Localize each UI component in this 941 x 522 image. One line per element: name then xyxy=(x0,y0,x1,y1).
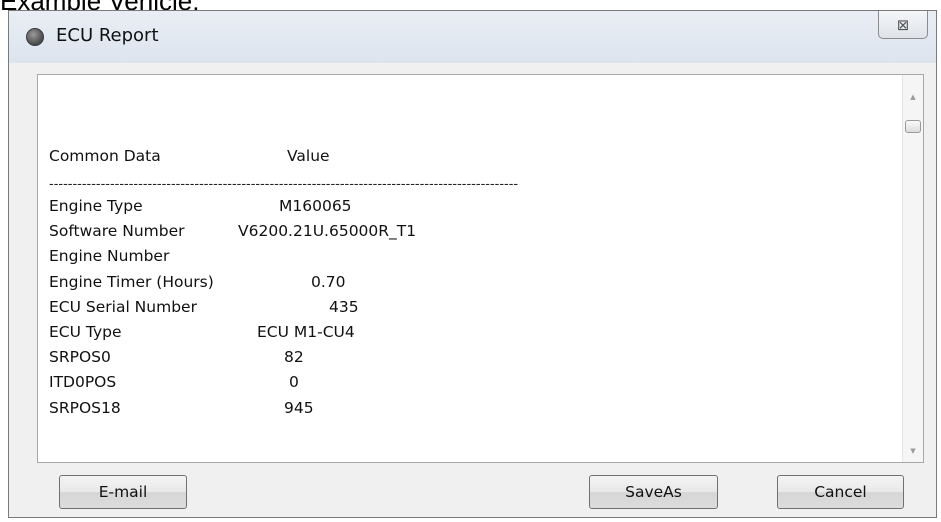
title-bar[interactable]: ECU Report ⊠ xyxy=(9,11,936,63)
row-key: SRPOS0 xyxy=(49,348,111,367)
report-header-row: Common Data Value xyxy=(49,144,741,179)
row-value: 945 xyxy=(284,398,314,417)
row-key: Software Number xyxy=(49,222,185,241)
row-key: SRPOS18 xyxy=(49,398,121,417)
close-button[interactable]: ⊠ xyxy=(878,11,928,39)
header-value: Value xyxy=(287,147,330,165)
dialog-body: Common Data Value ----------------------… xyxy=(9,63,936,517)
row-value: ECU M1-CU4 xyxy=(257,322,355,341)
report-row: ECU Type ECU M1-CU4 xyxy=(49,320,741,345)
report-row: Software Number V6200.21U.65000R_T1 xyxy=(49,219,741,244)
window-title: ECU Report xyxy=(56,25,159,46)
row-key: ECU Type xyxy=(49,322,122,341)
close-icon: ⊠ xyxy=(896,15,910,34)
scroll-thumb[interactable] xyxy=(905,120,921,133)
saveas-button[interactable]: SaveAs xyxy=(589,475,718,509)
email-button[interactable]: E-mail xyxy=(59,475,187,509)
report-row: ITD0POS 0 xyxy=(49,370,741,395)
cancel-button[interactable]: Cancel xyxy=(777,475,904,509)
report-row: SRPOS0 82 xyxy=(49,345,741,370)
app-icon xyxy=(26,28,44,46)
row-value: 0 xyxy=(289,373,299,392)
report-row: SRPOS18 945 xyxy=(49,396,741,421)
vertical-scrollbar[interactable]: ▲ ▼ xyxy=(902,75,923,462)
row-value: 82 xyxy=(284,348,304,367)
header-common-data: Common Data xyxy=(49,147,161,165)
ecu-report-dialog: ECU Report ⊠ Common Data Value ---------… xyxy=(8,10,937,518)
row-key: ITD0POS xyxy=(49,373,117,392)
report-row: Engine Timer (Hours) 0.70 xyxy=(49,270,741,295)
report-row: Engine Number xyxy=(49,244,741,269)
row-key: Engine Type xyxy=(49,197,143,215)
row-key: Engine Number xyxy=(49,247,170,266)
report-text-area[interactable]: Common Data Value ----------------------… xyxy=(37,74,924,463)
report-row: Engine Type M160065 xyxy=(49,194,741,219)
separator-line: ----------------------------------------… xyxy=(49,179,519,192)
row-key: Engine Timer (Hours) xyxy=(49,272,214,291)
row-key: ECU Serial Number xyxy=(49,297,197,316)
row-value: V6200.21U.65000R_T1 xyxy=(238,222,417,241)
scroll-up-icon[interactable]: ▲ xyxy=(908,93,918,101)
row-value: 0.70 xyxy=(311,272,346,291)
scroll-down-icon[interactable]: ▼ xyxy=(908,447,918,455)
report-row: ECU Serial Number 435 xyxy=(49,295,741,320)
row-value: M160065 xyxy=(279,197,352,215)
row-value: 435 xyxy=(329,297,359,316)
report-content: Common Data Value ----------------------… xyxy=(49,144,741,421)
